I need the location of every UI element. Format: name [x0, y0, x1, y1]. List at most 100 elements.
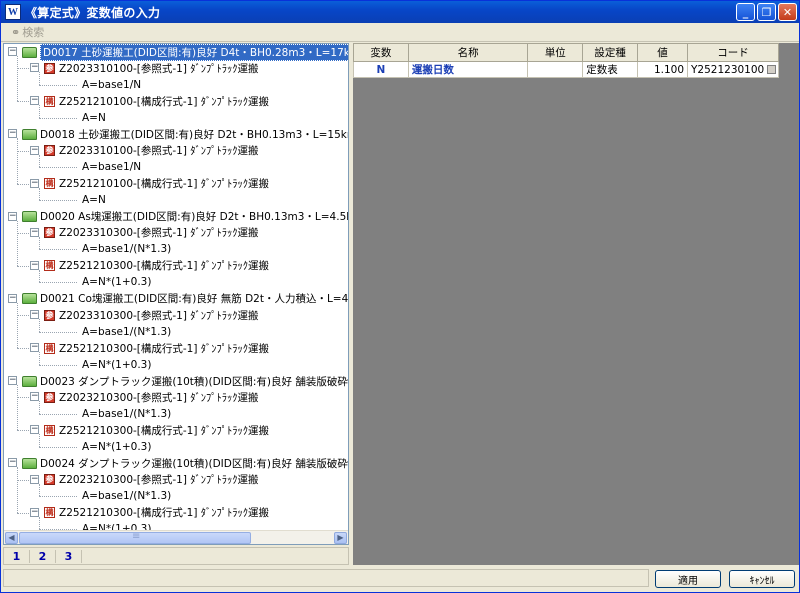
reference-formula-icon: 参 — [44, 474, 55, 486]
tree-formula-node[interactable]: A=N*(1+0.3) — [82, 357, 151, 373]
tree-group-node[interactable]: − D0020 As塊運搬工(DID区間:有)良好 D2t・BH0.13m3・L=… — [8, 209, 348, 225]
tree-formula-node[interactable]: A=base1/N — [82, 159, 141, 175]
page-tab-3[interactable]: 3 — [56, 549, 82, 563]
formula-tree[interactable]: − D0017 土砂運搬工(DID区間:有)良好 D4t・BH0.28m3・L=1… — [4, 44, 348, 530]
tree-reference-node[interactable]: − 参 Z2023210300-[参照式-1] ﾀﾞﾝﾌﾟﾄﾗｯｸ運搬 — [30, 472, 259, 488]
page-tab-2[interactable]: 2 — [30, 549, 56, 563]
formula-text: A=base1/(N*1.3) — [82, 325, 172, 338]
formula-text: A=N*(1+0.3) — [82, 440, 152, 453]
collapse-icon[interactable]: − — [8, 47, 17, 56]
tree-formula-node[interactable]: A=N*(1+0.3) — [82, 521, 151, 530]
tree-group-node[interactable]: − D0018 土砂運搬工(DID区間:有)良好 D2t・BH0.13m3・L=1… — [8, 126, 348, 142]
scroll-thumb[interactable] — [19, 531, 251, 544]
cell-variable[interactable]: N — [353, 61, 409, 78]
column-header-variable[interactable]: 変数 — [353, 43, 409, 62]
component-formula-icon: 構 — [44, 424, 55, 436]
code-picker-icon[interactable] — [767, 65, 776, 74]
tree-formula-node[interactable]: A=base1/N — [82, 77, 141, 93]
tree-panel: − D0017 土砂運搬工(DID区間:有)良好 D4t・BH0.28m3・L=1… — [3, 43, 349, 545]
reference-formula-icon: 参 — [44, 309, 55, 321]
scroll-left-icon[interactable]: ◀ — [5, 532, 18, 544]
tree-connector — [17, 56, 18, 102]
formula-text: A=N*(1+0.3) — [82, 276, 152, 289]
collapse-icon[interactable]: − — [30, 178, 39, 188]
minimize-icon[interactable]: _ — [736, 3, 755, 21]
cell-name[interactable]: 運搬日数 — [407, 61, 529, 78]
column-header-unit[interactable]: 単位 — [527, 43, 584, 62]
column-header-value[interactable]: 値 — [637, 43, 688, 62]
apply-button[interactable]: 適用 — [655, 570, 721, 588]
collapse-icon[interactable]: − — [30, 96, 39, 106]
collapse-icon[interactable]: − — [8, 376, 17, 385]
tree-formula-node[interactable]: A=base1/(N*1.3) — [82, 488, 171, 504]
collapse-icon[interactable]: − — [8, 211, 17, 221]
search-button[interactable]: ⚭ 検索 — [11, 24, 44, 40]
tree-node-label: Z2023310100-[参照式-1] ﾀﾞﾝﾌﾟﾄﾗｯｸ運搬 — [59, 62, 259, 75]
tree-formula-node[interactable]: A=N*(1+0.3) — [82, 439, 151, 455]
tree-reference-node[interactable]: − 参 Z2023310100-[参照式-1] ﾀﾞﾝﾌﾟﾄﾗｯｸ運搬 — [30, 143, 259, 159]
tree-connector — [39, 236, 40, 250]
tree-formula-node[interactable]: A=base1/(N*1.3) — [82, 324, 171, 340]
tree-formula-node[interactable]: A=base1/(N*1.3) — [82, 406, 171, 422]
cell-setting[interactable]: 定数表 — [582, 61, 639, 78]
cell-code[interactable]: Y2521230100 — [687, 61, 779, 78]
collapse-icon[interactable]: − — [30, 63, 39, 73]
tree-component-node[interactable]: − 構 Z2521210300-[構成行式-1] ﾀﾞﾝﾌﾟﾄﾗｯｸ運搬 — [30, 258, 269, 274]
formula-text: A=base1/(N*1.3) — [82, 407, 172, 420]
horizontal-scrollbar[interactable]: ◀ ▶ — [4, 530, 348, 544]
tree-reference-node[interactable]: − 参 Z2023310100-[参照式-1] ﾀﾞﾝﾌﾟﾄﾗｯｸ運搬 — [30, 60, 259, 76]
tree-connector — [17, 302, 18, 349]
column-header-name[interactable]: 名称 — [407, 43, 529, 62]
scroll-right-icon[interactable]: ▶ — [334, 532, 347, 544]
collapse-icon[interactable]: − — [30, 425, 39, 435]
tree-formula-node[interactable]: A=base1/(N*1.3) — [82, 241, 171, 257]
collapse-icon[interactable]: − — [30, 227, 39, 237]
page-tab-1[interactable]: 1 — [4, 549, 30, 563]
tree-formula-node[interactable]: A=N — [82, 110, 106, 126]
tree-connector — [17, 101, 29, 103]
formula-text: A=base1/N — [82, 78, 142, 91]
table-row[interactable]: N 運搬日数 定数表 1.100 Y2521230100 — [353, 61, 779, 78]
tree-node-label: Z2521210100-[構成行式-1] ﾀﾞﾝﾌﾟﾄﾗｯｸ運搬 — [59, 178, 270, 191]
tree-connector — [39, 282, 77, 284]
reference-formula-icon: 参 — [44, 145, 55, 157]
tree-connector — [39, 167, 77, 169]
collapse-icon[interactable]: − — [8, 129, 17, 139]
tree-reference-node[interactable]: − 参 Z2023310300-[参照式-1] ﾀﾞﾝﾌﾟﾄﾗｯｸ運搬 — [30, 225, 259, 241]
collapse-icon[interactable]: − — [30, 260, 39, 270]
column-header-setting[interactable]: 設定種 — [582, 43, 639, 62]
title-bar[interactable]: W 《算定式》変数値の入力 _ ❐ ✕ — [1, 1, 799, 23]
cell-value[interactable]: 1.100 — [637, 61, 688, 78]
collapse-icon[interactable]: − — [8, 293, 17, 303]
status-bar — [3, 569, 649, 587]
tree-group-node[interactable]: − D0017 土砂運搬工(DID区間:有)良好 D4t・BH0.28m3・L=1… — [8, 44, 348, 61]
collapse-icon[interactable]: − — [30, 145, 39, 155]
cancel-button[interactable]: ｷｬﾝｾﾙ — [729, 570, 795, 588]
collapse-icon[interactable]: − — [8, 458, 17, 468]
tree-reference-node[interactable]: − 参 Z2023210300-[参照式-1] ﾀﾞﾝﾌﾟﾄﾗｯｸ運搬 — [30, 389, 259, 405]
tree-reference-node[interactable]: − 参 Z2023310300-[参照式-1] ﾀﾞﾝﾌﾟﾄﾗｯｸ運搬 — [30, 307, 259, 323]
tree-node-label: Z2521210300-[構成行式-1] ﾀﾞﾝﾌﾟﾄﾗｯｸ運搬 — [59, 507, 270, 520]
tree-connector — [39, 154, 40, 168]
tree-group-node[interactable]: − D0023 ダンプトラック運搬(10t積)(DID区間:有)良好 舗装版破砕 … — [8, 373, 348, 389]
close-icon[interactable]: ✕ — [778, 3, 797, 21]
cell-unit[interactable] — [527, 61, 584, 78]
collapse-icon[interactable]: − — [30, 310, 39, 320]
folder-icon — [22, 128, 37, 140]
tree-component-node[interactable]: − 構 Z2521210300-[構成行式-1] ﾀﾞﾝﾌﾟﾄﾗｯｸ運搬 — [30, 422, 269, 438]
tree-formula-node[interactable]: A=N*(1+0.3) — [82, 274, 151, 290]
tree-component-node[interactable]: − 構 Z2521210300-[構成行式-1] ﾀﾞﾝﾌﾟﾄﾗｯｸ運搬 — [30, 505, 270, 521]
collapse-icon[interactable]: − — [30, 343, 39, 353]
collapse-icon[interactable]: − — [30, 474, 39, 484]
tree-component-node[interactable]: − 構 Z2521210100-[構成行式-1] ﾀﾞﾝﾌﾟﾄﾗｯｸ運搬 — [30, 176, 270, 192]
tree-formula-node[interactable]: A=N — [82, 192, 106, 208]
tree-connector — [39, 200, 77, 202]
collapse-icon[interactable]: − — [30, 507, 39, 517]
tree-component-node[interactable]: − 構 Z2521210300-[構成行式-1] ﾀﾞﾝﾌﾟﾄﾗｯｸ運搬 — [30, 340, 269, 356]
tree-component-node[interactable]: − 構 Z2521210100-[構成行式-1] ﾀﾞﾝﾌﾟﾄﾗｯｸ運搬 — [30, 93, 269, 109]
tree-group-node[interactable]: − D0021 Co塊運搬工(DID区間:有)良好 無筋 D2t・人力積込・L=4… — [8, 291, 348, 307]
column-header-code[interactable]: コード — [687, 43, 779, 62]
restore-icon[interactable]: ❐ — [757, 3, 776, 21]
tree-group-node[interactable]: − D0024 ダンプトラック運搬(10t積)(DID区間:有)良好 舗装版破砕 … — [8, 455, 348, 471]
collapse-icon[interactable]: − — [30, 392, 39, 402]
